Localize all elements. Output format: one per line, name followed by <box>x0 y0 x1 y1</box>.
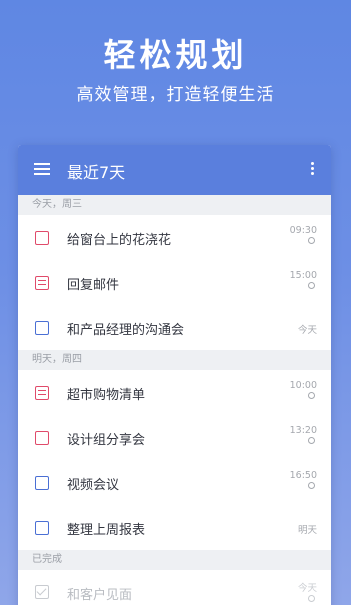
task-due: 今天 <box>297 325 317 336</box>
task-due: 明天 <box>297 525 317 536</box>
section-header-today: 今天，周三 <box>18 195 331 215</box>
alarm-clock-icon <box>308 392 315 399</box>
task-time: 13:20 <box>290 425 317 444</box>
task-label: 超市购物清单 <box>67 388 146 403</box>
task-label: 和产品经理的沟通会 <box>67 323 185 338</box>
note-checkbox[interactable] <box>35 386 49 400</box>
task-time: 15:00 <box>290 270 317 289</box>
task-time: 09:30 <box>290 225 317 244</box>
task-time: 16:50 <box>290 470 317 489</box>
promo-subtitle: 高效管理，打造轻便生活 <box>76 85 275 105</box>
task-item[interactable]: 和产品经理的沟通会 今天 <box>18 305 331 350</box>
note-checkbox[interactable] <box>35 276 49 290</box>
task-item[interactable]: 视频会议 16:50 <box>18 460 331 505</box>
alarm-clock-icon <box>308 237 315 244</box>
task-item[interactable]: 超市购物清单 10:00 <box>18 370 331 415</box>
section-header-tomorrow: 明天，周四 <box>18 350 331 370</box>
task-label: 回复邮件 <box>67 278 120 293</box>
task-time: 今天 <box>298 580 317 602</box>
task-checkbox[interactable] <box>35 231 49 245</box>
checked-checkbox-icon[interactable] <box>35 585 49 599</box>
task-label: 视频会议 <box>67 478 120 493</box>
alarm-clock-icon <box>308 282 315 289</box>
alarm-clock-icon <box>308 482 315 489</box>
alarm-clock-icon <box>308 437 315 444</box>
task-time: 10:00 <box>290 380 317 399</box>
hamburger-menu-icon[interactable] <box>34 163 50 175</box>
list-title: 最近7天 <box>67 163 126 182</box>
more-vertical-icon[interactable] <box>311 162 315 178</box>
task-label: 给窗台上的花浇花 <box>67 233 172 248</box>
task-item[interactable]: 给窗台上的花浇花 09:30 <box>18 215 331 260</box>
task-label: 和客户见面 <box>67 588 133 603</box>
task-checkbox[interactable] <box>35 321 49 335</box>
promo-title: 轻松规划 <box>103 36 248 74</box>
section-header-completed: 已完成 <box>18 550 331 570</box>
alarm-clock-icon <box>308 595 315 602</box>
app-bar: 最近7天 <box>18 145 331 195</box>
task-item[interactable]: 整理上周报表 明天 <box>18 505 331 550</box>
task-list-card: 最近7天 今天，周三 给窗台上的花浇花 09:30 回复邮件 15:00 和产品… <box>18 145 331 605</box>
completed-task-item[interactable]: 和客户见面 今天 <box>18 570 331 605</box>
task-checkbox[interactable] <box>35 476 49 490</box>
task-checkbox[interactable] <box>35 431 49 445</box>
task-label: 整理上周报表 <box>67 523 146 538</box>
task-checkbox[interactable] <box>35 521 49 535</box>
task-item[interactable]: 回复邮件 15:00 <box>18 260 331 305</box>
task-item[interactable]: 设计组分享会 13:20 <box>18 415 331 460</box>
task-label: 设计组分享会 <box>67 433 146 448</box>
